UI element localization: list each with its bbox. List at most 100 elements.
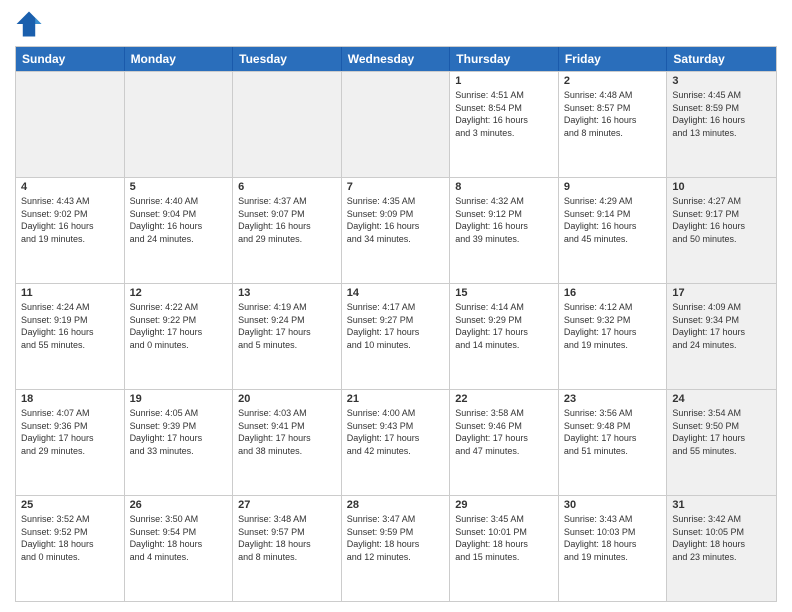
day-number: 18 — [21, 393, 119, 405]
cal-cell-16: 16 Sunrise: 4:12 AM Sunset: 9:32 PM Dayli… — [559, 284, 668, 389]
cell-sun-info: Sunrise: 4:19 AM Sunset: 9:24 PM Dayligh… — [238, 301, 336, 351]
calendar-row-2: 4 Sunrise: 4:43 AM Sunset: 9:02 PM Daylig… — [16, 177, 776, 283]
day-number: 6 — [238, 181, 336, 193]
day-number: 16 — [564, 287, 662, 299]
cell-sun-info: Sunrise: 4:09 AM Sunset: 9:34 PM Dayligh… — [672, 301, 771, 351]
cal-cell-29: 29 Sunrise: 3:45 AM Sunset: 10:01 PM Dayl… — [450, 496, 559, 601]
cell-sun-info: Sunrise: 3:48 AM Sunset: 9:57 PM Dayligh… — [238, 513, 336, 563]
page: SundayMondayTuesdayWednesdayThursdayFrid… — [0, 0, 792, 612]
cell-sun-info: Sunrise: 3:56 AM Sunset: 9:48 PM Dayligh… — [564, 407, 662, 457]
cal-cell-5: 5Sunrise: 4:40 AM Sunset: 9:04 PM Daylig… — [125, 178, 234, 283]
day-header-sunday: Sunday — [16, 47, 125, 71]
cell-sun-info: Sunrise: 4:07 AM Sunset: 9:36 PM Dayligh… — [21, 407, 119, 457]
cell-sun-info: Sunrise: 4:27 AM Sunset: 9:17 PM Dayligh… — [672, 195, 771, 245]
cell-sun-info: Sunrise: 3:47 AM Sunset: 9:59 PM Dayligh… — [347, 513, 445, 563]
cell-sun-info: Sunrise: 4:35 AM Sunset: 9:09 PM Dayligh… — [347, 195, 445, 245]
day-header-wednesday: Wednesday — [342, 47, 451, 71]
calendar: SundayMondayTuesdayWednesdayThursdayFrid… — [15, 46, 777, 602]
cal-cell-15: 15 Sunrise: 4:14 AM Sunset: 9:29 PM Dayli… — [450, 284, 559, 389]
day-number: 14 — [347, 287, 445, 299]
cal-cell-2: 2 Sunrise: 4:48 AM Sunset: 8:57 PM Daylig… — [559, 72, 668, 177]
cal-cell-25: 25 Sunrise: 3:52 AM Sunset: 9:52 PM Dayli… — [16, 496, 125, 601]
cal-cell-9: 9 Sunrise: 4:29 AM Sunset: 9:14 PM Daylig… — [559, 178, 668, 283]
cal-cell-27: 27 Sunrise: 3:48 AM Sunset: 9:57 PM Dayli… — [233, 496, 342, 601]
cal-cell-12: 12 Sunrise: 4:22 AM Sunset: 9:22 PM Dayli… — [125, 284, 234, 389]
cell-sun-info: Sunrise: 4:43 AM Sunset: 9:02 PM Dayligh… — [21, 195, 119, 245]
cal-cell-1: 1Sunrise: 4:51 AM Sunset: 8:54 PM Daylig… — [450, 72, 559, 177]
cal-cell-empty-r0c2 — [233, 72, 342, 177]
day-number: 12 — [130, 287, 228, 299]
day-number: 11 — [21, 287, 119, 299]
day-number: 4 — [21, 181, 119, 193]
header — [15, 10, 777, 38]
day-number: 29 — [455, 499, 553, 511]
cell-sun-info: Sunrise: 4:14 AM Sunset: 9:29 PM Dayligh… — [455, 301, 553, 351]
day-number: 8 — [455, 181, 553, 193]
day-number: 5 — [130, 181, 228, 193]
calendar-row-1: 1Sunrise: 4:51 AM Sunset: 8:54 PM Daylig… — [16, 71, 776, 177]
cell-sun-info: Sunrise: 4:32 AM Sunset: 9:12 PM Dayligh… — [455, 195, 553, 245]
cal-cell-3: 3Sunrise: 4:45 AM Sunset: 8:59 PM Daylig… — [667, 72, 776, 177]
cal-cell-7: 7 Sunrise: 4:35 AM Sunset: 9:09 PM Daylig… — [342, 178, 451, 283]
cal-cell-19: 19Sunrise: 4:05 AM Sunset: 9:39 PM Dayli… — [125, 390, 234, 495]
cell-sun-info: Sunrise: 3:43 AM Sunset: 10:03 PM Daylig… — [564, 513, 662, 563]
calendar-header: SundayMondayTuesdayWednesdayThursdayFrid… — [16, 47, 776, 71]
day-number: 15 — [455, 287, 553, 299]
day-number: 10 — [672, 181, 771, 193]
cell-sun-info: Sunrise: 4:48 AM Sunset: 8:57 PM Dayligh… — [564, 89, 662, 139]
cell-sun-info: Sunrise: 4:45 AM Sunset: 8:59 PM Dayligh… — [672, 89, 771, 139]
day-number: 2 — [564, 75, 662, 87]
day-number: 7 — [347, 181, 445, 193]
cell-sun-info: Sunrise: 3:45 AM Sunset: 10:01 PM Daylig… — [455, 513, 553, 563]
cell-sun-info: Sunrise: 4:17 AM Sunset: 9:27 PM Dayligh… — [347, 301, 445, 351]
cal-cell-24: 24Sunrise: 3:54 AM Sunset: 9:50 PM Dayli… — [667, 390, 776, 495]
cal-cell-23: 23 Sunrise: 3:56 AM Sunset: 9:48 PM Dayli… — [559, 390, 668, 495]
cell-sun-info: Sunrise: 4:24 AM Sunset: 9:19 PM Dayligh… — [21, 301, 119, 351]
cell-sun-info: Sunrise: 4:37 AM Sunset: 9:07 PM Dayligh… — [238, 195, 336, 245]
cell-sun-info: Sunrise: 3:42 AM Sunset: 10:05 PM Daylig… — [672, 513, 771, 563]
day-number: 31 — [672, 499, 771, 511]
cal-cell-11: 11 Sunrise: 4:24 AM Sunset: 9:19 PM Dayli… — [16, 284, 125, 389]
cell-sun-info: Sunrise: 4:22 AM Sunset: 9:22 PM Dayligh… — [130, 301, 228, 351]
logo — [15, 10, 47, 38]
cell-sun-info: Sunrise: 4:51 AM Sunset: 8:54 PM Dayligh… — [455, 89, 553, 139]
day-number: 25 — [21, 499, 119, 511]
cell-sun-info: Sunrise: 3:54 AM Sunset: 9:50 PM Dayligh… — [672, 407, 771, 457]
cell-sun-info: Sunrise: 4:05 AM Sunset: 9:39 PM Dayligh… — [130, 407, 228, 457]
day-number: 17 — [672, 287, 771, 299]
cal-cell-30: 30Sunrise: 3:43 AM Sunset: 10:03 PM Dayl… — [559, 496, 668, 601]
cal-cell-14: 14 Sunrise: 4:17 AM Sunset: 9:27 PM Dayli… — [342, 284, 451, 389]
day-number: 13 — [238, 287, 336, 299]
day-number: 28 — [347, 499, 445, 511]
day-number: 27 — [238, 499, 336, 511]
cal-cell-13: 13 Sunrise: 4:19 AM Sunset: 9:24 PM Dayli… — [233, 284, 342, 389]
day-header-monday: Monday — [125, 47, 234, 71]
cal-cell-4: 4 Sunrise: 4:43 AM Sunset: 9:02 PM Daylig… — [16, 178, 125, 283]
day-number: 20 — [238, 393, 336, 405]
cal-cell-28: 28 Sunrise: 3:47 AM Sunset: 9:59 PM Dayli… — [342, 496, 451, 601]
cell-sun-info: Sunrise: 4:12 AM Sunset: 9:32 PM Dayligh… — [564, 301, 662, 351]
day-number: 26 — [130, 499, 228, 511]
cal-cell-31: 31 Sunrise: 3:42 AM Sunset: 10:05 PM Dayl… — [667, 496, 776, 601]
cal-cell-8: 8 Sunrise: 4:32 AM Sunset: 9:12 PM Daylig… — [450, 178, 559, 283]
cal-cell-empty-r0c3 — [342, 72, 451, 177]
cell-sun-info: Sunrise: 3:52 AM Sunset: 9:52 PM Dayligh… — [21, 513, 119, 563]
day-number: 22 — [455, 393, 553, 405]
calendar-row-4: 18 Sunrise: 4:07 AM Sunset: 9:36 PM Dayli… — [16, 389, 776, 495]
cal-cell-20: 20 Sunrise: 4:03 AM Sunset: 9:41 PM Dayli… — [233, 390, 342, 495]
cell-sun-info: Sunrise: 4:03 AM Sunset: 9:41 PM Dayligh… — [238, 407, 336, 457]
calendar-row-3: 11 Sunrise: 4:24 AM Sunset: 9:19 PM Dayli… — [16, 283, 776, 389]
cal-cell-18: 18 Sunrise: 4:07 AM Sunset: 9:36 PM Dayli… — [16, 390, 125, 495]
cal-cell-empty-r0c0 — [16, 72, 125, 177]
day-number: 23 — [564, 393, 662, 405]
cell-sun-info: Sunrise: 4:29 AM Sunset: 9:14 PM Dayligh… — [564, 195, 662, 245]
cell-sun-info: Sunrise: 4:00 AM Sunset: 9:43 PM Dayligh… — [347, 407, 445, 457]
day-header-tuesday: Tuesday — [233, 47, 342, 71]
cell-sun-info: Sunrise: 3:50 AM Sunset: 9:54 PM Dayligh… — [130, 513, 228, 563]
day-number: 9 — [564, 181, 662, 193]
cell-sun-info: Sunrise: 3:58 AM Sunset: 9:46 PM Dayligh… — [455, 407, 553, 457]
calendar-row-5: 25 Sunrise: 3:52 AM Sunset: 9:52 PM Dayli… — [16, 495, 776, 601]
cal-cell-17: 17 Sunrise: 4:09 AM Sunset: 9:34 PM Dayli… — [667, 284, 776, 389]
cal-cell-empty-r0c1 — [125, 72, 234, 177]
day-header-saturday: Saturday — [667, 47, 776, 71]
